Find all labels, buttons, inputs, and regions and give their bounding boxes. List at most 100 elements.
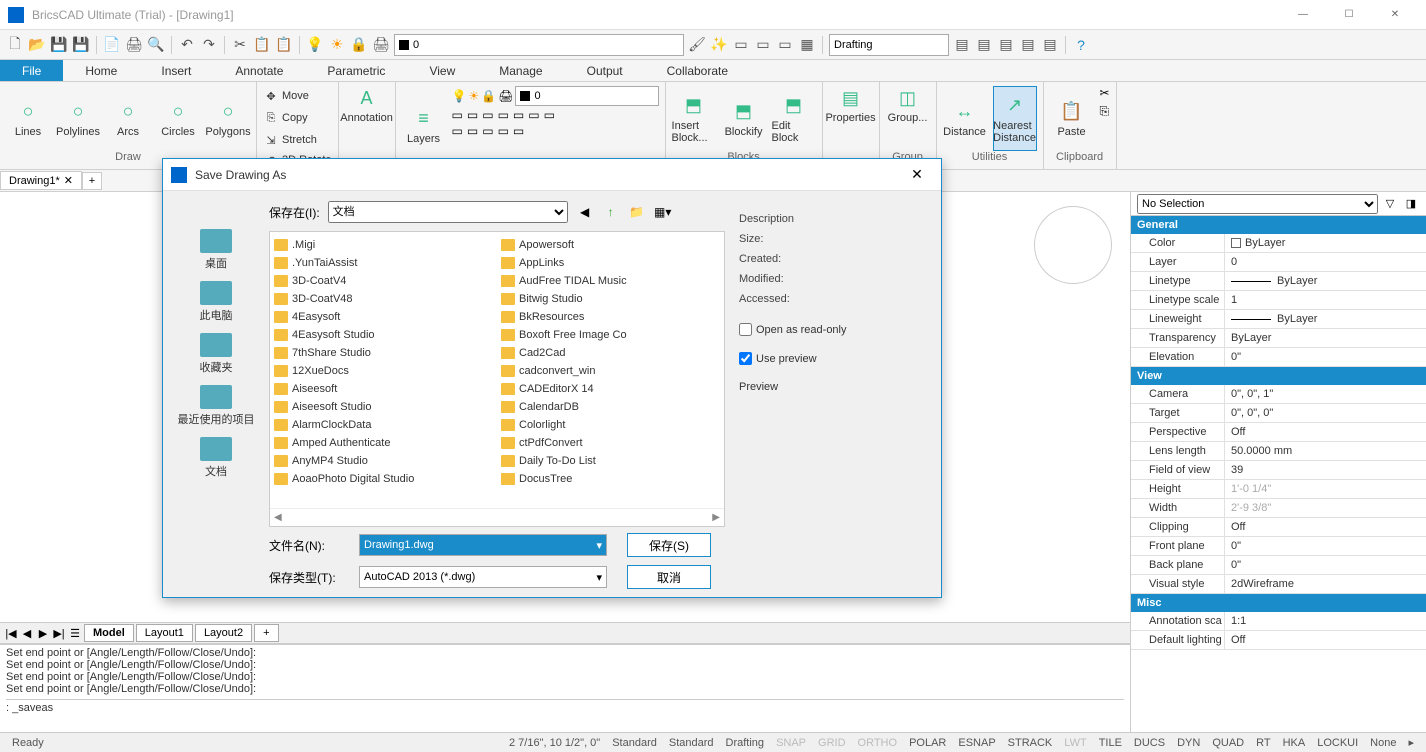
prop-color[interactable]: ByLayer [1225, 234, 1426, 252]
file-item[interactable]: Apowersoft [501, 236, 720, 254]
paste-button[interactable]: 📋Paste [1050, 86, 1094, 151]
layout-prev[interactable]: ◀ [20, 627, 34, 640]
file-item[interactable]: ctPdfConvert [501, 434, 720, 452]
lay6-icon[interactable]: ▭ [528, 108, 539, 122]
status-toggle-grid[interactable]: GRID [812, 737, 852, 749]
status-workspace[interactable]: Drafting [720, 737, 771, 749]
layer-print-icon[interactable]: 🖨 [372, 36, 390, 54]
place-item[interactable]: 此电脑 [200, 281, 233, 323]
ws2-icon[interactable]: ▤ [975, 36, 993, 54]
prop-perspective[interactable]: Off [1225, 423, 1426, 441]
layout-last[interactable]: ▶| [52, 627, 66, 640]
menu-file[interactable]: File [0, 60, 63, 81]
pick-icon[interactable]: ◨ [1402, 195, 1420, 213]
select2-icon[interactable]: ▭ [754, 36, 772, 54]
import-icon[interactable]: 📄 [103, 36, 121, 54]
file-item[interactable]: 3D-CoatV4 [274, 272, 493, 290]
status-toggle-hka[interactable]: HKA [1277, 737, 1312, 749]
grid-icon[interactable]: ▦ [798, 36, 816, 54]
close-tab-icon[interactable]: ✕ [64, 174, 73, 187]
status-toggle-none[interactable]: None [1364, 737, 1402, 749]
status-toggle-dyn[interactable]: DYN [1171, 737, 1206, 749]
file-item[interactable]: CalendarDB [501, 398, 720, 416]
save-button[interactable]: 保存(S) [627, 533, 711, 557]
filename-input[interactable]: Drawing1.dwg▾ [359, 534, 607, 556]
status-toggle-snap[interactable]: SNAP [770, 737, 812, 749]
layout-tab-layout2[interactable]: Layout2 [195, 624, 252, 642]
file-item[interactable]: AnyMP4 Studio [274, 452, 493, 470]
layout-next[interactable]: ▶ [36, 627, 50, 640]
minimize-button[interactable]: — [1280, 0, 1326, 30]
status-toggle-rt[interactable]: RT [1250, 737, 1276, 749]
file-item[interactable]: Colorlight [501, 416, 720, 434]
ws4-icon[interactable]: ▤ [1019, 36, 1037, 54]
file-item[interactable]: cadconvert_win [501, 362, 720, 380]
lay7-icon[interactable]: ▭ [544, 108, 555, 122]
status-expand[interactable]: ▸ [1402, 736, 1420, 749]
close-button[interactable]: ✕ [1372, 0, 1418, 30]
polygons-button[interactable]: ○Polygons [206, 86, 250, 151]
copy2-icon[interactable]: ⎘ [1100, 104, 1110, 119]
status-toggle-esnap[interactable]: ESNAP [952, 737, 1001, 749]
layers-button[interactable]: ≡Layers [402, 86, 446, 165]
file-item[interactable]: DocusTree [501, 470, 720, 488]
filter-icon[interactable]: ▽ [1381, 195, 1399, 213]
help-icon[interactable]: ? [1072, 36, 1090, 54]
save-in-combo[interactable]: 文档 [328, 201, 568, 223]
place-item[interactable]: 最近使用的项目 [178, 385, 255, 427]
select3-icon[interactable]: ▭ [776, 36, 794, 54]
prop-annoscale[interactable]: 1:1 [1225, 612, 1426, 630]
document-tab[interactable]: Drawing1*✕ [0, 171, 82, 190]
file-item[interactable]: CADEditorX 14 [501, 380, 720, 398]
file-item[interactable]: AlarmClockData [274, 416, 493, 434]
menu-view[interactable]: View [407, 60, 477, 81]
add-document-tab[interactable]: + [82, 172, 102, 190]
prop-front[interactable]: 0" [1225, 537, 1426, 555]
prop-transparency[interactable]: ByLayer [1225, 329, 1426, 347]
paste-icon[interactable]: 📋 [275, 36, 293, 54]
layout-tab-model[interactable]: Model [84, 624, 134, 642]
prop-target[interactable]: 0", 0", 0" [1225, 404, 1426, 422]
lay12-icon[interactable]: ▭ [513, 124, 524, 138]
copy-icon[interactable]: 📋 [253, 36, 271, 54]
lay10-icon[interactable]: ▭ [482, 124, 493, 138]
back-icon[interactable]: ◀ [576, 203, 594, 221]
save-icon[interactable]: 💾 [50, 36, 68, 54]
cut-icon[interactable]: ✂ [231, 36, 249, 54]
file-item[interactable]: Aiseesoft Studio [274, 398, 493, 416]
prop-linetype[interactable]: ByLayer [1225, 272, 1426, 290]
file-item[interactable]: Daily To-Do List [501, 452, 720, 470]
lay9-icon[interactable]: ▭ [467, 124, 478, 138]
arcs-button[interactable]: ○Arcs [106, 86, 150, 151]
insert-block-button[interactable]: ⬒Insert Block... [672, 86, 716, 151]
layer-bulb-icon[interactable]: 💡 [306, 36, 324, 54]
lay8-icon[interactable]: ▭ [452, 124, 463, 138]
file-item[interactable]: 4Easysoft Studio [274, 326, 493, 344]
menu-collaborate[interactable]: Collaborate [645, 60, 750, 81]
file-item[interactable]: Amped Authenticate [274, 434, 493, 452]
nearest-distance-button[interactable]: ↗Nearest Distance [993, 86, 1037, 151]
lines-button[interactable]: ○Lines [6, 86, 50, 151]
lookfrom-widget[interactable] [1034, 206, 1112, 284]
cut-icon[interactable]: ✂ [1100, 86, 1110, 100]
circles-button[interactable]: ○Circles [156, 86, 200, 151]
status-toggle-ortho[interactable]: ORTHO [852, 737, 904, 749]
brush-icon[interactable]: 🖌 [688, 36, 706, 54]
status-toggle-polar[interactable]: POLAR [903, 737, 952, 749]
up-icon[interactable]: ↑ [602, 203, 620, 221]
prop-lens[interactable]: 50.0000 mm [1225, 442, 1426, 460]
menu-parametric[interactable]: Parametric [305, 60, 407, 81]
lay2-icon[interactable]: ▭ [467, 108, 478, 122]
prop-lighting[interactable]: Off [1225, 631, 1426, 649]
layout-list[interactable]: ☰ [68, 627, 82, 640]
group-button[interactable]: ◫Group... [886, 86, 930, 124]
edit-block-button[interactable]: ⬒Edit Block [772, 86, 816, 151]
prop-visual[interactable]: 2dWireframe [1225, 575, 1426, 593]
lay1-icon[interactable]: ▭ [452, 108, 463, 122]
layer-print-icon[interactable]: 🖨 [498, 89, 513, 103]
file-item[interactable]: .YunTaiAssist [274, 254, 493, 272]
layer-select[interactable]: 0 [515, 86, 658, 106]
file-item[interactable]: BkResources [501, 308, 720, 326]
annotation-button[interactable]: AAnnotation [345, 86, 389, 124]
layer-sun-icon[interactable]: ☀ [468, 89, 479, 103]
